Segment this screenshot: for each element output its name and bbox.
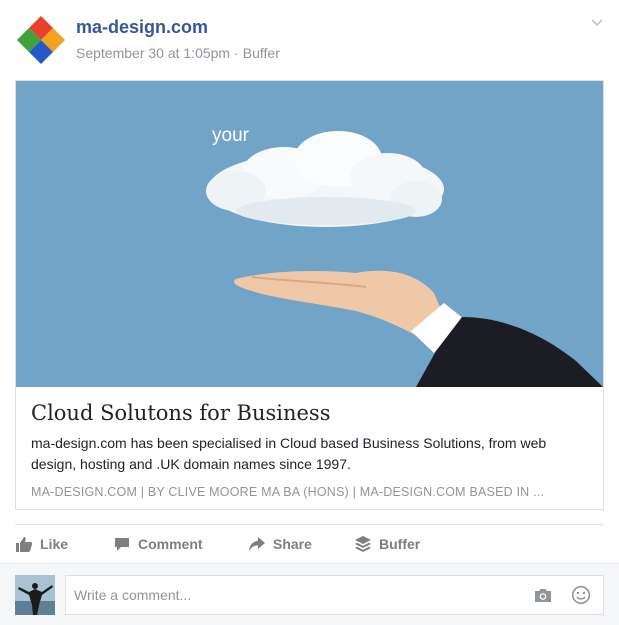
share-icon: [248, 535, 266, 553]
post-via-app[interactable]: Buffer: [243, 45, 280, 61]
camera-icon[interactable]: [533, 586, 553, 604]
comment-button[interactable]: Comment: [113, 530, 203, 558]
card-description: ma-design.com has been specialised in Cl…: [31, 435, 547, 472]
buffer-icon: [354, 535, 372, 553]
comment-input-box[interactable]: [65, 575, 604, 615]
chevron-down-icon[interactable]: [589, 14, 605, 30]
link-preview-card[interactable]: your Cloud Solutons for Business ma-desi…: [15, 80, 604, 510]
comment-input[interactable]: [66, 576, 526, 614]
post-timestamp[interactable]: September 30 at 1:05pm: [76, 45, 230, 61]
comment-label: Comment: [138, 536, 203, 552]
card-title[interactable]: Cloud Solutons for Business: [31, 401, 331, 425]
smiley-icon[interactable]: [571, 585, 591, 605]
comment-bar: [0, 563, 619, 625]
page-name-link[interactable]: ma-design.com: [76, 17, 208, 38]
comment-icon: [113, 535, 131, 553]
share-button[interactable]: Share: [248, 530, 312, 558]
buffer-button[interactable]: Buffer: [354, 530, 420, 558]
card-domain: MA-DESIGN.COM | BY CLIVE MOORE MA BA (HO…: [31, 485, 545, 499]
actions-divider: [15, 524, 604, 525]
avatar[interactable]: [15, 575, 55, 615]
share-label: Share: [273, 536, 312, 552]
like-button[interactable]: Like: [15, 530, 68, 558]
facebook-post: ma-design.com September 30 at 1:05pm · Buf…: [0, 0, 619, 625]
meta-separator: ·: [234, 45, 239, 61]
post-actions: Like Comment Share Buffer: [15, 530, 604, 560]
page-logo[interactable]: [15, 14, 67, 66]
card-image[interactable]: your: [16, 81, 603, 387]
like-icon: [15, 535, 33, 553]
post-meta: September 30 at 1:05pm · Buffer: [76, 45, 280, 61]
like-label: Like: [40, 536, 69, 552]
image-word: your: [212, 125, 250, 146]
buffer-label: Buffer: [379, 536, 421, 552]
